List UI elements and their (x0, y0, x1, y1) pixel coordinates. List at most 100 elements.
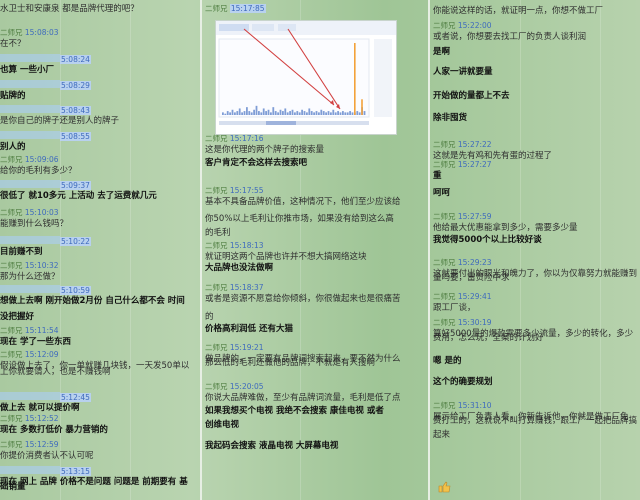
chat-message: 5:09:37 很低了 就10多元 上活动 去了运费就几元 (0, 180, 198, 202)
chat-message: 二师兄 15:20:05 你说大品牌难做，至少有品牌词流量，毛利是低了点 (205, 382, 411, 404)
bar-series-1 (291, 109, 294, 115)
search-volume-chart (216, 21, 396, 134)
message-text: 量吗要，富贵险中求 (433, 273, 510, 283)
message-header: 二师兄 15:09:06 (0, 155, 198, 165)
chat-message: 5:10:59 想做上去啊 刚开始做2月份 自己什么都不会 时间 (0, 285, 198, 307)
message-timestamp: 15:18:13 (229, 241, 264, 250)
message-header: 二师兄 15:17:55 (205, 186, 411, 196)
sender-name: 二师兄 (0, 350, 23, 359)
chat-panel-middle[interactable]: 二师兄 15:17:85 二师兄 15:17:16 这是你代理的两个牌子的搜索量客… (205, 0, 411, 500)
message-timestamp: 5:08:43 (60, 106, 91, 115)
bar-series-1 (286, 112, 289, 115)
message-text: 费打工的，这就说不叫打算赚钱，跟工厂一起把品牌搞 (433, 416, 638, 426)
bar-series-1 (272, 107, 275, 115)
sender-name: 二师兄 (433, 21, 456, 30)
bar-series-1 (356, 111, 359, 115)
bar-series-1 (351, 112, 354, 115)
chat-message: 二师兄 15:27:27 重 (433, 160, 640, 182)
chat-message: 二师兄 15:18:13 就证明这两个品牌也许并不想大搞网络这块 (205, 241, 411, 263)
sender-name: 二师兄 (433, 160, 456, 169)
message-timestamp: 15:17:55 (229, 186, 264, 195)
chat-message: 你能说这样的话，就证明一点，你想不做工厂 (433, 5, 640, 17)
redacted-sender (0, 466, 60, 474)
message-header: 二师兄 15:10:32 (0, 261, 198, 271)
chart-scroll-handle[interactable] (266, 121, 296, 125)
chat-message: 上你就要请人，也是不赚钱啊 (0, 366, 198, 378)
message-timestamp: 5:10:59 (60, 286, 91, 295)
chat-message: 嗯 是的 (433, 355, 640, 367)
message-text: 大品牌也没法做啊 (205, 263, 274, 273)
chat-message: 呵呵 (433, 187, 640, 199)
chat-message: 价格高利润低 还有大猫 (205, 323, 411, 335)
message-timestamp: 15:27:59 (457, 212, 492, 221)
sender-name: 二师兄 (0, 208, 23, 217)
chat-panel-right[interactable]: 你能说这样的话，就证明一点，你想不做工厂 二师兄 15:22:00 或者说，你想要去… (433, 0, 640, 500)
bar-series-1 (344, 112, 347, 115)
message-header: 二师兄 15:12:59 (0, 440, 198, 450)
message-timestamp: 15:27:22 (457, 140, 492, 149)
message-header: 二师兄 15:27:22 (433, 140, 640, 150)
bar-series-1 (322, 111, 325, 115)
chat-message: 础销量 (0, 481, 198, 493)
panel-divider (428, 0, 430, 500)
message-timestamp: 15:29:41 (457, 292, 492, 301)
chat-message: 5:12:45 做上去 就可以提价啊 (0, 392, 198, 414)
message-header: 二师兄 15:12:09 (0, 350, 198, 360)
message-timestamp: 15:27:27 (457, 160, 492, 169)
bar-series-1 (320, 109, 323, 115)
redacted-sender (0, 392, 60, 400)
message-timestamp: 15:22:00 (457, 21, 492, 30)
chat-message: 5:08:55 别人的 (0, 131, 198, 153)
message-timestamp: 15:10:32 (24, 261, 59, 270)
message-text: 是你自己的牌子还是别人的牌子 (0, 116, 120, 126)
sender-name: 二师兄 (0, 440, 23, 449)
sender-name: 二师兄 (433, 318, 456, 327)
message-header: 二师兄 15:30:19 (433, 318, 640, 328)
message-header: 5:10:22 (0, 236, 198, 246)
message-text: 他给最大优惠能拿到多少，需要多少量 (433, 223, 578, 233)
message-text: 水卫士和安康泉 都是品牌代理的吧？ (0, 4, 139, 14)
chat-message: 费用，怎么玩，全案的计划好 (433, 332, 640, 344)
message-text: 目前赚不到 (0, 247, 43, 257)
chat-message: 二师兄 15:08:03 在不？ (0, 28, 198, 50)
chat-message: 二师兄 15:09:06 给你的毛利有多少？ (0, 155, 198, 177)
chat-message: 起来 (433, 429, 640, 441)
message-text: 上你就要请人，也是不赚钱啊 (0, 367, 111, 377)
bar-series-1 (258, 111, 260, 115)
message-timestamp: 15:17:85 (229, 4, 266, 13)
bar-series-1 (238, 108, 241, 115)
chat-message: 开始做的量都上不去 (433, 90, 640, 102)
bar-series-1 (296, 111, 299, 115)
message-text: 在不？ (0, 39, 26, 49)
chat-message: 大品牌也没法做啊 (205, 262, 411, 274)
message-timestamp: 15:10:03 (24, 208, 59, 217)
message-header: 5:12:45 (0, 392, 198, 402)
chat-message: 二师兄 15:29:41 跟工厂谈， (433, 292, 640, 314)
bar-series-1 (334, 112, 337, 115)
bar-series-2 (354, 43, 356, 115)
bar-series-1 (325, 112, 327, 115)
message-timestamp: 15:11:54 (24, 326, 59, 335)
sender-name: 二师兄 (433, 258, 456, 267)
message-text: 客户肯定不会这样去搜索吧 (205, 158, 308, 168)
message-timestamp: 15:17:16 (229, 134, 264, 143)
sender-name: 二师兄 (205, 241, 228, 250)
sender-name: 二师兄 (205, 4, 228, 13)
message-header: 二师兄 15:17:85 (205, 4, 411, 14)
sender-name: 二师兄 (0, 414, 23, 423)
message-header: 5:10:59 (0, 285, 198, 295)
message-header: 二师兄 15:29:41 (433, 292, 640, 302)
bar-series-1 (303, 111, 306, 115)
message-text: 跟工厂谈， (433, 303, 476, 313)
message-header: 二师兄 15:11:54 (0, 326, 198, 336)
sender-name: 二师兄 (0, 261, 23, 270)
message-text: 你说大品牌难做，至少有品牌词流量，毛利是低了点 (205, 393, 401, 403)
chat-panel-left[interactable]: 水卫士和安康泉 都是品牌代理的吧？ 二师兄 15:08:03 在不？ 5:08:24 也… (0, 0, 198, 500)
bar-series-1 (243, 111, 246, 115)
search-volume-screenshot (215, 20, 397, 135)
bar-series-1 (337, 111, 339, 115)
bar-series-1 (332, 109, 335, 115)
sender-name: 二师兄 (433, 212, 456, 221)
sender-name: 二师兄 (0, 326, 23, 335)
message-timestamp: 15:29:23 (457, 258, 492, 267)
